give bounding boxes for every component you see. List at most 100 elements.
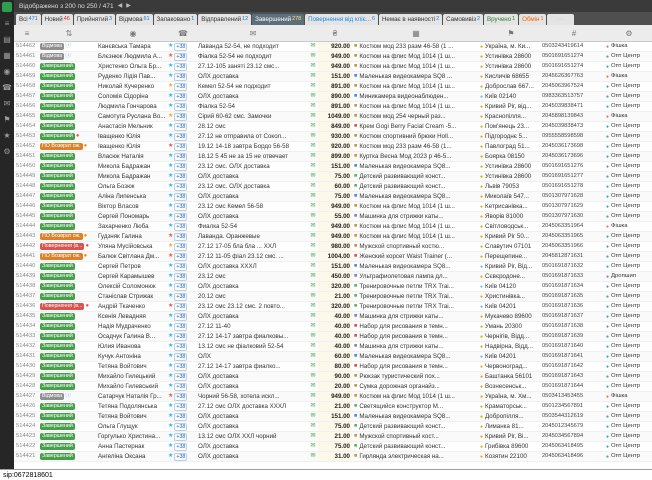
table-row[interactable]: 514448ЗавершенийОльга Бозюк★+3823.12 смс… bbox=[14, 182, 652, 192]
star-icon[interactable]: ★ bbox=[168, 433, 173, 440]
tab-повн-[interactable]: Повн... bbox=[547, 14, 574, 25]
clients-icon[interactable]: ◉ bbox=[4, 67, 11, 76]
star-icon[interactable]: ★ bbox=[168, 443, 173, 450]
message-icon[interactable]: ✉ bbox=[308, 322, 318, 331]
star-icon[interactable]: ★ bbox=[168, 133, 173, 140]
favorites-icon[interactable]: ★ bbox=[3, 131, 10, 140]
table-row[interactable]: 514425ЗавершенийТетяна Войтович★+38ОЛХ д… bbox=[14, 412, 652, 422]
message-icon[interactable]: ✉ bbox=[308, 362, 318, 371]
settings-column-icon[interactable]: ⚙ bbox=[606, 29, 652, 38]
table-row[interactable]: 514430ЗавершенийТетяна Войтович★+3827.12… bbox=[14, 362, 652, 372]
table-row[interactable]: 514442Повернення (в...●Уляна Мусійовська… bbox=[14, 242, 652, 252]
star-icon[interactable]: ★ bbox=[168, 183, 173, 190]
star-icon[interactable]: ★ bbox=[168, 353, 173, 360]
table-row[interactable]: 514449ЗавершенийМикола Бадражан★+38ОЛХ д… bbox=[14, 172, 652, 182]
alert-icon[interactable]: ● bbox=[84, 233, 88, 240]
message-icon[interactable]: ✉ bbox=[308, 372, 318, 381]
alert-icon[interactable]: ● bbox=[84, 253, 88, 260]
clients-column-icon[interactable]: ◉ bbox=[98, 29, 168, 38]
tab-всі[interactable]: Всі471 bbox=[16, 14, 41, 25]
star-icon[interactable]: ★ bbox=[168, 273, 173, 280]
star-icon[interactable]: ★ bbox=[168, 283, 173, 290]
message-icon[interactable]: ✉ bbox=[308, 262, 318, 271]
message-icon[interactable]: ✉ bbox=[308, 182, 318, 191]
message-icon[interactable]: ✉ bbox=[308, 302, 318, 311]
message-icon[interactable]: ✉ bbox=[308, 62, 318, 71]
table-row[interactable]: 514455ЗавершенийСамотуга Руслана Во...★+… bbox=[14, 112, 652, 122]
table-row[interactable]: 514441ПО Возврат ож.●Балюк Світлана Дм..… bbox=[14, 252, 652, 262]
table-row[interactable]: 514444ЗавершенийЗахарченко Люба★+38Фиалк… bbox=[14, 222, 652, 232]
message-icon[interactable]: ✉ bbox=[308, 312, 318, 321]
message-icon[interactable]: ✉ bbox=[308, 382, 318, 391]
star-icon[interactable]: ★ bbox=[168, 253, 173, 260]
message-icon[interactable]: ✉ bbox=[308, 452, 318, 461]
star-icon[interactable]: ★ bbox=[168, 323, 173, 330]
table-row[interactable]: 514458ЗавершенийНиколай Кучеренко★+38Кем… bbox=[14, 82, 652, 92]
tab-немає-в-наявності[interactable]: Немає в наявності2 bbox=[379, 14, 442, 25]
message-icon[interactable]: ✉ bbox=[308, 422, 318, 431]
star-icon[interactable]: ★ bbox=[168, 153, 173, 160]
message-icon[interactable]: ✉ bbox=[308, 442, 318, 451]
alert-icon[interactable]: ● bbox=[85, 303, 89, 310]
star-icon[interactable]: ★ bbox=[168, 423, 173, 430]
alert-icon[interactable]: ● bbox=[85, 243, 89, 250]
message-icon[interactable]: ✉ bbox=[308, 222, 318, 231]
star-icon[interactable]: ★ bbox=[168, 143, 173, 150]
table-row[interactable]: 514428ЗавершенийМихайло Гилевський★+38ОЛ… bbox=[14, 382, 652, 392]
tab-обмін[interactable]: Обмін1 bbox=[519, 14, 546, 25]
tab-запаковано[interactable]: Запаковано1 bbox=[154, 14, 198, 25]
table-row[interactable]: 514421ЗавершенийАнгеліна Оксана★+38ОЛХ д… bbox=[14, 452, 652, 462]
menu-column-icon[interactable]: ≡ bbox=[14, 29, 40, 38]
table-row[interactable]: 514446ЗавершенийВіктор Власов★+3823.12 с… bbox=[14, 202, 652, 212]
phone-column-icon[interactable]: ☎ bbox=[168, 29, 198, 38]
next-page-button[interactable]: ▶ bbox=[126, 3, 131, 9]
star-icon[interactable]: ★ bbox=[168, 163, 173, 170]
table-row[interactable]: 514461ВідмоваⓘБлєзнюк Людмила А...★+38Фі… bbox=[14, 52, 652, 62]
star-icon[interactable]: ★ bbox=[168, 53, 173, 60]
message-icon[interactable]: ✉ bbox=[308, 432, 318, 441]
star-icon[interactable]: ★ bbox=[168, 113, 173, 120]
orders-icon[interactable]: ▤ bbox=[3, 35, 11, 44]
message-icon[interactable]: ✉ bbox=[308, 242, 318, 251]
star-icon[interactable]: ★ bbox=[168, 313, 173, 320]
message-icon[interactable]: ✉ bbox=[308, 72, 318, 81]
message-icon[interactable]: ✉ bbox=[308, 162, 318, 171]
star-icon[interactable]: ★ bbox=[168, 213, 173, 220]
table-row[interactable]: 514457ЗавершенийСоломія Сідоріна★+38ОЛХ … bbox=[14, 92, 652, 102]
message-icon[interactable]: ✉ bbox=[308, 112, 318, 121]
star-icon[interactable]: ★ bbox=[168, 63, 173, 70]
star-icon[interactable]: ★ bbox=[168, 233, 173, 240]
message-icon[interactable]: ✉ bbox=[308, 332, 318, 341]
settings-icon[interactable]: ⚙ bbox=[3, 147, 10, 156]
table-row[interactable]: 514451ЗавершенийВласюк Наталія★+3818.12 … bbox=[14, 152, 652, 162]
tab-повернення-від-кліє-[interactable]: Повернення від кліє...6 bbox=[305, 14, 378, 25]
info-icon[interactable]: ⓘ bbox=[65, 393, 71, 400]
status-sort-icon[interactable]: ⇅ bbox=[40, 29, 98, 38]
message-icon[interactable]: ✉ bbox=[308, 212, 318, 221]
star-icon[interactable]: ★ bbox=[168, 383, 173, 390]
star-icon[interactable]: ★ bbox=[168, 393, 173, 400]
table-row[interactable]: 514459ЗавершенийРуденко Лідія Пав...★+38… bbox=[14, 72, 652, 82]
table-row[interactable]: 514423ЗавершенийГоргулько Христина...★+3… bbox=[14, 432, 652, 442]
star-icon[interactable]: ★ bbox=[168, 263, 173, 270]
table-row[interactable]: 514438ЗавершенийОлексій Соломонюк★+38ОЛХ… bbox=[14, 282, 652, 292]
star-icon[interactable]: ★ bbox=[168, 303, 173, 310]
table-row[interactable]: 514422ЗавершенийАнна Пастернак★+38ОЛХ до… bbox=[14, 442, 652, 452]
tab-прийнятий[interactable]: Прийнятий3 bbox=[74, 14, 115, 25]
alert-icon[interactable]: ● bbox=[84, 143, 88, 150]
message-icon[interactable]: ✉ bbox=[308, 252, 318, 261]
ttn-column-icon[interactable]: # bbox=[542, 29, 606, 38]
message-icon[interactable]: ✉ bbox=[308, 412, 318, 421]
table-row[interactable]: 514436Повернення (в...●Андрій Ткаченко★+… bbox=[14, 302, 652, 312]
message-icon[interactable]: ✉ bbox=[308, 42, 318, 51]
table-row[interactable]: 514450ЗавершенийМикола Бадражан★+3823.12… bbox=[14, 162, 652, 172]
star-icon[interactable]: ★ bbox=[168, 173, 173, 180]
info-icon[interactable]: ⓘ bbox=[65, 53, 71, 60]
tab-відмова[interactable]: Відмова61 bbox=[116, 14, 152, 25]
star-icon[interactable]: ★ bbox=[168, 193, 173, 200]
tab-вручено[interactable]: Вручено1 bbox=[484, 14, 518, 25]
flags-icon[interactable]: ⚑ bbox=[3, 115, 10, 124]
message-icon[interactable]: ✉ bbox=[308, 82, 318, 91]
table-row[interactable]: 514454ЗавершенийАнастасія Мельник★+3828.… bbox=[14, 122, 652, 132]
message-icon[interactable]: ✉ bbox=[308, 402, 318, 411]
